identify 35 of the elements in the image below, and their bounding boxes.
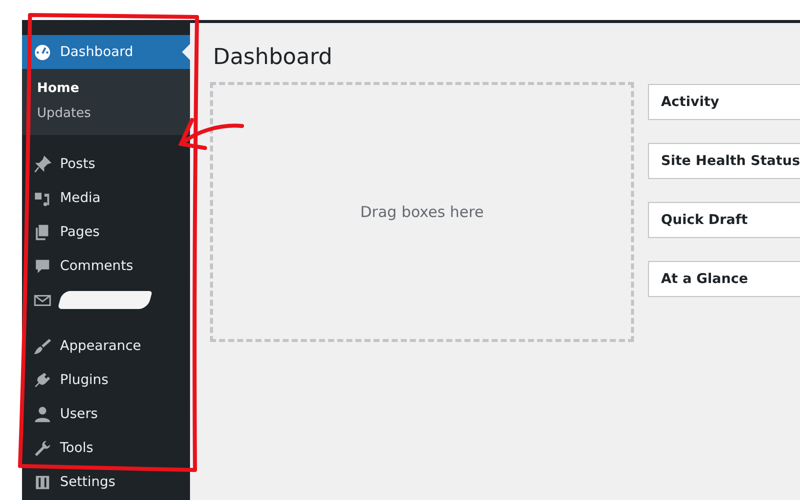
menu-label: Pages bbox=[60, 224, 100, 240]
gauge-icon bbox=[33, 42, 52, 62]
widget-header[interactable]: Activity bbox=[648, 84, 800, 120]
menu-label: Tools bbox=[60, 440, 94, 456]
menu-item[interactable]: Dashboard bbox=[22, 35, 190, 69]
menu-label: Plugins bbox=[60, 372, 108, 388]
menu-label: Dashboard bbox=[60, 44, 134, 60]
user-icon bbox=[33, 404, 52, 424]
widget-header[interactable]: Quick Draft bbox=[648, 202, 800, 238]
menu-item[interactable]: Tools bbox=[22, 431, 190, 465]
pin-icon bbox=[33, 154, 52, 174]
widget-header[interactable]: Site Health Status bbox=[648, 143, 800, 179]
submenu-item[interactable]: Home bbox=[22, 76, 190, 101]
submenu-item[interactable]: Updates bbox=[22, 101, 190, 126]
menu-item[interactable]: Posts bbox=[22, 147, 190, 181]
menu-item[interactable]: Users bbox=[22, 397, 190, 431]
annotation-arrow bbox=[178, 118, 244, 150]
drop-zone-hint: Drag boxes here bbox=[360, 203, 484, 221]
menu-item[interactable]: Settings bbox=[22, 465, 190, 499]
widget-header[interactable]: At a Glance bbox=[648, 261, 800, 297]
menu-item[interactable]: Comments bbox=[22, 249, 190, 283]
menu-item[interactable]: Pages bbox=[22, 215, 190, 249]
menu-label: Appearance bbox=[60, 338, 142, 354]
brush-icon bbox=[33, 336, 52, 356]
menu-item[interactable]: Plugins bbox=[22, 363, 190, 397]
menu-label: Settings bbox=[60, 474, 116, 490]
plug-icon bbox=[33, 370, 52, 390]
menu-label: Comments bbox=[60, 258, 134, 274]
wrench-icon bbox=[33, 438, 52, 458]
page-title: Dashboard bbox=[213, 45, 334, 70]
menu-label: Posts bbox=[60, 156, 96, 172]
menu-item[interactable]: Appearance bbox=[22, 329, 190, 363]
menu-label: Media bbox=[60, 190, 101, 206]
menu-label: Users bbox=[60, 406, 98, 422]
menu-item[interactable]: Media bbox=[22, 181, 190, 215]
